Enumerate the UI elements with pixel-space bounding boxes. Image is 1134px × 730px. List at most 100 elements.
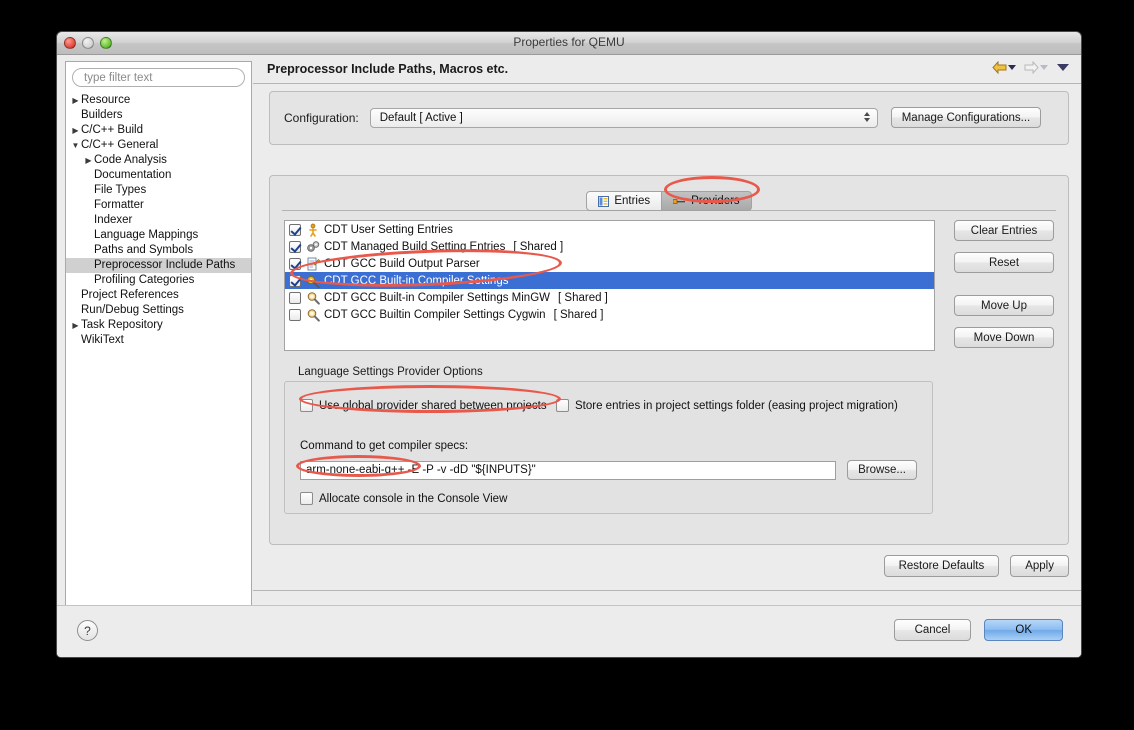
provider-row[interactable]: CDT GCC Built-in Compiler Settings <box>285 272 934 289</box>
sidebar-item-profiling-categories[interactable]: Profiling Categories <box>66 273 251 288</box>
filter-box[interactable] <box>72 68 245 87</box>
allocate-console-checkbox[interactable] <box>300 492 313 505</box>
tab-providers[interactable]: Providers <box>662 191 752 211</box>
tab-providers-label: Providers <box>691 195 740 207</box>
configuration-select[interactable]: Default [ Active ] <box>369 107 878 128</box>
tab-entries[interactable]: Entries <box>586 191 663 211</box>
help-button[interactable]: ? <box>77 620 98 641</box>
manage-configurations-button[interactable]: Manage Configurations... <box>890 107 1042 128</box>
twisty-collapsed-icon[interactable]: ▶ <box>83 153 94 168</box>
provider-checkbox[interactable] <box>289 257 301 270</box>
back-arrow-icon[interactable] <box>992 61 1007 74</box>
sidebar-item-label: Language Mappings <box>94 229 199 241</box>
sidebar-item-c-c-general[interactable]: ▼ C/C++ General <box>66 138 251 153</box>
back-dropdown-icon[interactable] <box>1008 65 1016 70</box>
provider-shared-badge: [ Shared ] <box>513 240 564 253</box>
provider-row[interactable]: CDT GCC Built-in Compiler Settings MinGW… <box>285 289 934 306</box>
sidebar-item-indexer[interactable]: Indexer <box>66 213 251 228</box>
forward-arrow-icon[interactable] <box>1024 61 1039 74</box>
sidebar-item-task-repository[interactable]: ▶ Task Repository <box>66 318 251 333</box>
provider-checkbox[interactable] <box>289 308 301 321</box>
use-global-provider-checkbox-row[interactable]: Use global provider shared between proje… <box>300 399 547 412</box>
dialog-buttons: Cancel OK <box>893 619 1063 641</box>
configuration-value: Default [ Active ] <box>379 111 463 124</box>
sidebar-item-label: Run/Debug Settings <box>81 304 184 316</box>
back-nav-group[interactable] <box>992 61 1016 74</box>
clear-entries-button[interactable]: Clear Entries <box>954 220 1054 241</box>
twisty-collapsed-icon[interactable]: ▶ <box>70 93 81 108</box>
move-down-button[interactable]: Move Down <box>954 327 1054 348</box>
ok-button[interactable]: OK <box>984 619 1063 641</box>
sidebar-item-run-debug-settings[interactable]: Run/Debug Settings <box>66 303 251 318</box>
provider-checkbox[interactable] <box>289 291 301 304</box>
sidebar-item-label: Resource <box>81 94 131 106</box>
provider-checkbox[interactable] <box>289 223 301 236</box>
sidebar-item-label: Documentation <box>94 169 172 181</box>
sidebar-item-resource[interactable]: ▶ Resource <box>66 93 251 108</box>
sidebar-item-label: File Types <box>94 184 147 196</box>
compiler-command-input[interactable] <box>300 460 837 480</box>
provider-row[interactable]: CDT GCC Builtin Compiler Settings Cygwin… <box>285 306 934 323</box>
providers-list[interactable]: CDT User Setting Entries CDT Managed Buil… <box>284 220 935 351</box>
provider-label: CDT GCC Build Output Parser <box>324 257 480 270</box>
sidebar-item-file-types[interactable]: File Types <box>66 183 251 198</box>
select-stepper-icon <box>863 111 870 122</box>
sidebar-item-formatter[interactable]: Formatter <box>66 198 251 213</box>
sidebar-item-language-mappings[interactable]: Language Mappings <box>66 228 251 243</box>
sidebar-item-preprocessor-include-paths[interactable]: Preprocessor Include Paths <box>66 258 251 273</box>
sidebar-item-label: Indexer <box>94 214 133 226</box>
twisty-collapsed-icon[interactable]: ▶ <box>70 318 81 333</box>
sidebar-item-paths-and-symbols[interactable]: Paths and Symbols <box>66 243 251 258</box>
reset-button[interactable]: Reset <box>954 252 1054 273</box>
sidebar-item-wikitext[interactable]: WikiText <box>66 333 251 348</box>
provider-checkbox[interactable] <box>289 240 301 253</box>
provider-label: CDT Managed Build Setting Entries <box>324 240 506 253</box>
language-settings-provider-options: Language Settings Provider Options Use g… <box>284 366 933 514</box>
command-label: Command to get compiler specs: <box>300 440 469 452</box>
settings-page: Preprocessor Include Paths, Macros etc. <box>253 55 1081 657</box>
allocate-console-checkbox-row[interactable]: Allocate console in the Console View <box>300 492 507 505</box>
provider-checkbox[interactable] <box>289 274 301 287</box>
allocate-console-label: Allocate console in the Console View <box>319 492 508 505</box>
configuration-row: Configuration: Default [ Active ] Manage… <box>284 107 1056 128</box>
window-title: Properties for QEMU <box>513 35 625 49</box>
chevron-down-icon[interactable] <box>1057 64 1069 71</box>
store-entries-checkbox[interactable] <box>556 399 569 412</box>
dialog-body: ▶Resource Builders▶C/C++ Build▼C/C++ Gen… <box>57 55 1081 657</box>
footer-divider <box>253 590 1081 591</box>
sidebar-item-label: Profiling Categories <box>94 274 195 286</box>
filter-input[interactable] <box>82 70 235 85</box>
sidebar-item-c-c-build[interactable]: ▶ C/C++ Build <box>66 123 251 138</box>
twisty-collapsed-icon[interactable]: ▶ <box>70 123 81 138</box>
move-up-button[interactable]: Move Up <box>954 295 1054 316</box>
store-entries-checkbox-row[interactable]: Store entries in project settings folder… <box>556 399 898 412</box>
apply-button[interactable]: Apply <box>1010 555 1069 577</box>
use-global-provider-checkbox[interactable] <box>300 399 313 412</box>
sidebar-item-label: C/C++ General <box>81 139 159 151</box>
sidebar-item-builders[interactable]: Builders <box>66 108 251 123</box>
forward-dropdown-icon[interactable] <box>1040 65 1048 70</box>
sidebar-item-documentation[interactable]: Documentation <box>66 168 251 183</box>
providers-plug-icon <box>672 197 686 206</box>
sidebar-item-label: Paths and Symbols <box>94 244 194 256</box>
forward-nav-group[interactable] <box>1024 61 1048 74</box>
properties-dialog: Properties for QEMU ▶Resource Builders▶C… <box>56 31 1082 658</box>
browse-button[interactable]: Browse... <box>847 460 917 480</box>
provider-row[interactable]: CDT Managed Build Setting Entries [ Share… <box>285 238 934 255</box>
twisty-expanded-icon[interactable]: ▼ <box>70 138 81 153</box>
tab-entries-label: Entries <box>614 195 651 207</box>
restore-defaults-button[interactable]: Restore Defaults <box>883 555 1000 577</box>
sidebar-item-project-references[interactable]: Project References <box>66 288 251 303</box>
sidebar-item-code-analysis[interactable]: ▶ Code Analysis <box>66 153 251 168</box>
provider-row[interactable]: CDT GCC Build Output Parser <box>285 255 934 272</box>
sidebar-item-label: Task Repository <box>81 319 163 331</box>
provider-row[interactable]: CDT User Setting Entries <box>285 221 934 238</box>
cancel-button[interactable]: Cancel <box>893 619 972 641</box>
